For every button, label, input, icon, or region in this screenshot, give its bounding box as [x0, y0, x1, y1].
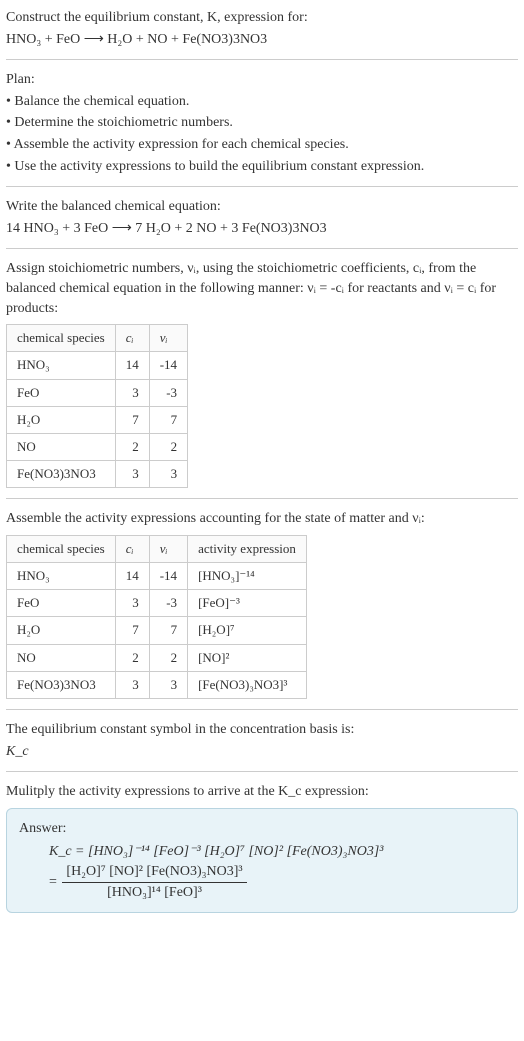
table-row: HNO₃14-14 — [7, 352, 188, 379]
stoich-table-1: chemical species cᵢ νᵢ HNO₃14-14 FeO3-3 … — [6, 324, 188, 488]
cell-vi: 2 — [149, 644, 187, 671]
cell-ci: 14 — [115, 352, 149, 379]
cell-ci: 2 — [115, 644, 149, 671]
eqsym-block: The equilibrium constant symbol in the c… — [6, 720, 518, 761]
answer-expr1: K_c = [HNO₃]⁻¹⁴ [FeO]⁻³ [H₂O]⁷ [NO]² [Fe… — [49, 844, 383, 859]
cell-ci: 3 — [115, 379, 149, 406]
col-ci: cᵢ — [115, 535, 149, 562]
table-row: NO22[NO]² — [7, 644, 307, 671]
cell-vi: 7 — [149, 406, 187, 433]
balanced-equation: 14 HNO₃ + 3 FeO ⟶ 7 H₂O + 2 NO + 3 Fe(NO… — [6, 219, 518, 239]
plan-bullet-1: • Balance the chemical equation. — [6, 92, 518, 112]
cell-activity: [H₂O]⁷ — [188, 617, 307, 644]
assign-text: Assign stoichiometric numbers, νᵢ, using… — [6, 259, 518, 318]
stoich-table-2: chemical species cᵢ νᵢ activity expressi… — [6, 535, 307, 699]
cell-activity: [Fe(NO3)₃NO3]³ — [188, 671, 307, 698]
cell-ci: 14 — [115, 563, 149, 590]
cell-vi: -14 — [149, 563, 187, 590]
eqsym-text: The equilibrium constant symbol in the c… — [6, 720, 518, 740]
table-header-row: chemical species cᵢ νᵢ — [7, 325, 188, 352]
answer-numerator: [H₂O]⁷ [NO]² [Fe(NO3)₃NO3]³ — [62, 862, 246, 883]
divider — [6, 771, 518, 772]
cell-species: FeO — [7, 590, 116, 617]
plan-block: Plan: • Balance the chemical equation. •… — [6, 70, 518, 176]
divider — [6, 59, 518, 60]
cell-vi: -14 — [149, 352, 187, 379]
plan-bullet-4: • Use the activity expressions to build … — [6, 157, 518, 177]
cell-species: Fe(NO3)3NO3 — [7, 461, 116, 488]
cell-ci: 7 — [115, 617, 149, 644]
cell-ci: 7 — [115, 406, 149, 433]
plan-title: Plan: — [6, 70, 518, 90]
cell-species: HNO₃ — [7, 563, 116, 590]
answer-denominator: [HNO₃]¹⁴ [FeO]³ — [62, 883, 246, 903]
cell-vi: 3 — [149, 461, 187, 488]
answer-fraction: [H₂O]⁷ [NO]² [Fe(NO3)₃NO3]³ [HNO₃]¹⁴ [Fe… — [62, 862, 246, 902]
table-header-row: chemical species cᵢ νᵢ activity expressi… — [7, 535, 307, 562]
assemble-text: Assemble the activity expressions accoun… — [6, 509, 518, 529]
multiply-block: Mulitply the activity expressions to arr… — [6, 782, 518, 802]
col-ci: cᵢ — [115, 325, 149, 352]
answer-content: K_c = [HNO₃]⁻¹⁴ [FeO]⁻³ [H₂O]⁷ [NO]² [Fe… — [19, 842, 505, 902]
cell-activity: [HNO₃]⁻¹⁴ — [188, 563, 307, 590]
cell-ci: 2 — [115, 433, 149, 460]
cell-vi: 3 — [149, 671, 187, 698]
cell-species: Fe(NO3)3NO3 — [7, 671, 116, 698]
plan-bullet-3: • Assemble the activity expression for e… — [6, 135, 518, 155]
table-row: H₂O77[H₂O]⁷ — [7, 617, 307, 644]
divider — [6, 709, 518, 710]
intro-block: Construct the equilibrium constant, K, e… — [6, 8, 518, 49]
divider — [6, 498, 518, 499]
divider — [6, 186, 518, 187]
cell-activity: [FeO]⁻³ — [188, 590, 307, 617]
multiply-text: Mulitply the activity expressions to arr… — [6, 782, 518, 802]
cell-species: H₂O — [7, 617, 116, 644]
answer-line1: K_c = [HNO₃]⁻¹⁴ [FeO]⁻³ [H₂O]⁷ [NO]² [Fe… — [49, 842, 505, 862]
cell-vi: -3 — [149, 590, 187, 617]
col-vi: νᵢ — [149, 535, 187, 562]
assign-block: Assign stoichiometric numbers, νᵢ, using… — [6, 259, 518, 488]
divider — [6, 248, 518, 249]
cell-ci: 3 — [115, 671, 149, 698]
intro-line2: HNO₃ + FeO ⟶ H₂O + NO + Fe(NO3)3NO3 — [6, 30, 518, 50]
answer-eq-sign: = — [49, 874, 60, 889]
plan-bullet-2: • Determine the stoichiometric numbers. — [6, 113, 518, 133]
answer-label: Answer: — [19, 819, 505, 839]
cell-species: NO — [7, 644, 116, 671]
col-species: chemical species — [7, 535, 116, 562]
cell-species: HNO₃ — [7, 352, 116, 379]
table-row: HNO₃14-14[HNO₃]⁻¹⁴ — [7, 563, 307, 590]
answer-line2: = [H₂O]⁷ [NO]² [Fe(NO3)₃NO3]³ [HNO₃]¹⁴ [… — [49, 862, 505, 902]
cell-species: H₂O — [7, 406, 116, 433]
answer-box: Answer: K_c = [HNO₃]⁻¹⁴ [FeO]⁻³ [H₂O]⁷ [… — [6, 808, 518, 913]
table-row: FeO3-3[FeO]⁻³ — [7, 590, 307, 617]
table-row: NO22 — [7, 433, 188, 460]
eqsym-symbol: K_c — [6, 742, 518, 762]
cell-vi: -3 — [149, 379, 187, 406]
cell-activity: [NO]² — [188, 644, 307, 671]
col-species: chemical species — [7, 325, 116, 352]
table-row: FeO3-3 — [7, 379, 188, 406]
table-row: Fe(NO3)3NO333[Fe(NO3)₃NO3]³ — [7, 671, 307, 698]
balanced-block: Write the balanced chemical equation: 14… — [6, 197, 518, 238]
cell-ci: 3 — [115, 590, 149, 617]
col-activity: activity expression — [188, 535, 307, 562]
table-row: H₂O77 — [7, 406, 188, 433]
cell-vi: 2 — [149, 433, 187, 460]
col-vi: νᵢ — [149, 325, 187, 352]
intro-line1: Construct the equilibrium constant, K, e… — [6, 8, 518, 28]
cell-species: FeO — [7, 379, 116, 406]
assemble-block: Assemble the activity expressions accoun… — [6, 509, 518, 699]
table-row: Fe(NO3)3NO333 — [7, 461, 188, 488]
cell-species: NO — [7, 433, 116, 460]
cell-vi: 7 — [149, 617, 187, 644]
balanced-label: Write the balanced chemical equation: — [6, 197, 518, 217]
cell-ci: 3 — [115, 461, 149, 488]
